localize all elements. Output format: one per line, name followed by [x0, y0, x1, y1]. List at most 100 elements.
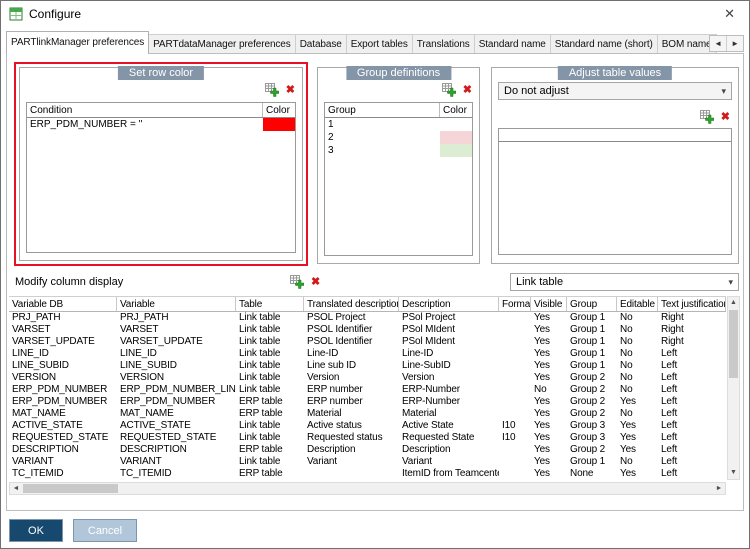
add-icon[interactable] [290, 275, 305, 289]
tab-translations[interactable]: Translations [411, 34, 475, 54]
column-header[interactable]: Text justification [658, 297, 726, 311]
column-header[interactable]: Variable [117, 297, 236, 311]
vertical-scrollbar[interactable]: ▲ ▼ [727, 296, 740, 480]
table-cell: ERP number [307, 396, 363, 407]
table-cell: No [620, 408, 633, 419]
tab-database[interactable]: Database [294, 34, 347, 54]
table-cell: Left [661, 408, 678, 419]
table-cell: Left [661, 420, 678, 431]
table-row[interactable]: 1 [325, 118, 472, 131]
set-row-color-toolbar: ✖ [264, 83, 295, 97]
add-icon[interactable] [441, 83, 457, 97]
column-header[interactable]: Table [236, 297, 304, 311]
column-header-color[interactable]: Color [440, 103, 472, 117]
close-icon[interactable]: ✕ [718, 5, 741, 23]
horizontal-scrollbar-thumb[interactable] [23, 484, 118, 493]
table-cell: ERP table [239, 408, 283, 419]
table-row[interactable]: MAT_NAME MAT_NAME ERP table Material Materia… [9, 408, 726, 420]
table-cell: TC_ITEMID [12, 468, 64, 479]
tab-scroll-right-icon[interactable]: ► [726, 36, 743, 51]
tab-standard-name[interactable]: Standard name [473, 34, 551, 54]
table-cell: No [620, 456, 633, 467]
table-cell: Yes [620, 432, 636, 443]
table-row[interactable]: 2 [325, 131, 472, 144]
table-cell: PSOL Identifier [307, 324, 373, 335]
table-cell: Link table [239, 384, 281, 395]
column-header-group[interactable]: Group [325, 103, 440, 117]
column-header[interactable]: Format [499, 297, 531, 311]
table-cell: ERP-Number [402, 396, 460, 407]
column-header[interactable]: Translated description [304, 297, 399, 311]
table-select-value: Link table [516, 276, 564, 288]
table-cell: DESCRIPTION [120, 444, 187, 455]
table-cell [499, 336, 531, 348]
column-header-condition[interactable]: Condition [27, 103, 263, 117]
table-cell: Yes [534, 444, 550, 455]
table-row[interactable]: 3 [325, 144, 472, 157]
table-cell: TC_ITEMID [120, 468, 172, 479]
table-row[interactable]: LINE_ID LINE_ID Link table Line-ID Line-ID Ye… [9, 348, 726, 360]
table-cell: Yes [534, 420, 550, 431]
add-icon[interactable] [699, 110, 715, 124]
tab-bom-name[interactable]: BOM name [656, 34, 717, 54]
tab-partlinkmanager-preferences[interactable]: PARTlinkManager preferences [6, 31, 150, 54]
scroll-down-icon[interactable]: ▼ [728, 467, 739, 479]
tab-standard-name-short-[interactable]: Standard name (short) [549, 34, 658, 54]
table-row[interactable]: VARSET_UPDATE VARSET_UPDATE Link table PSOL… [9, 336, 726, 348]
column-header[interactable]: Editable [617, 297, 658, 311]
color-swatch[interactable] [440, 131, 472, 144]
table-cell: ERP-Number [402, 384, 460, 395]
table-row[interactable]: VARIANT VARIANT Link table Variant Variant Ye… [9, 456, 726, 468]
column-header[interactable]: Description [399, 297, 499, 311]
table-cell: No [620, 372, 633, 383]
table-cell: I10 [502, 432, 516, 443]
adjust-table-values-title: Adjust table values [557, 66, 673, 80]
table-row[interactable]: PRJ_PATH PRJ_PATH Link table PSOL Project PS… [9, 312, 726, 324]
scroll-left-icon[interactable]: ◄ [10, 483, 22, 494]
delete-icon[interactable]: ✖ [721, 111, 730, 123]
table-cell: Active State [402, 420, 454, 431]
column-header[interactable]: Group [567, 297, 617, 311]
table-row[interactable]: LINE_SUBID LINE_SUBID Link table Line sub I… [9, 360, 726, 372]
delete-icon[interactable]: ✖ [286, 84, 295, 96]
tab-export-tables[interactable]: Export tables [345, 34, 413, 54]
table-cell: None [570, 468, 594, 479]
table-row[interactable]: REQUESTED_STATE REQUESTED_STATE Link table… [9, 432, 726, 444]
table-row[interactable]: ERP_PDM_NUMBER ERP_PDM_NUMBER_LINKTABLELi… [9, 384, 726, 396]
delete-icon[interactable]: ✖ [311, 276, 320, 288]
table-row[interactable]: ACTIVE_STATE ACTIVE_STATE Link table Active… [9, 420, 726, 432]
table-cell: Variant [307, 456, 337, 467]
column-header-color[interactable]: Color [263, 103, 295, 117]
cell-group: 2 [328, 132, 334, 143]
tab-partdatamanager-preferences[interactable]: PARTdataManager preferences [148, 34, 296, 54]
table-select-dropdown[interactable]: Link table ▾ [510, 273, 739, 291]
table-row[interactable]: ERP_PDM_NUMBER = '' [27, 118, 295, 131]
scroll-up-icon[interactable]: ▲ [728, 297, 739, 309]
table-cell: Left [661, 444, 678, 455]
table-row[interactable]: TC_ITEMID TC_ITEMID ERP table ItemID from T… [9, 468, 726, 480]
table-cell: Left [661, 396, 678, 407]
table-row[interactable]: DESCRIPTION DESCRIPTION ERP table Descripti… [9, 444, 726, 456]
cancel-button[interactable]: Cancel [73, 519, 137, 542]
ok-button[interactable]: OK [9, 519, 63, 542]
table-row[interactable]: ERP_PDM_NUMBER ERP_PDM_NUMBER ERP table ERP… [9, 396, 726, 408]
adjust-mode-dropdown[interactable]: Do not adjust ▾ [498, 82, 732, 100]
table-cell: Right [661, 336, 684, 347]
table-row[interactable]: VARSET VARSET Link table PSOL Identifier PSo… [9, 324, 726, 336]
column-header[interactable]: Visible [531, 297, 567, 311]
color-swatch[interactable] [440, 118, 472, 131]
delete-icon[interactable]: ✖ [463, 84, 472, 96]
table-cell: No [620, 384, 633, 395]
tab-scroll-left-icon[interactable]: ◄ [710, 36, 726, 51]
color-swatch[interactable] [263, 118, 295, 131]
color-swatch[interactable] [440, 144, 472, 157]
table-header: Condition Color [27, 103, 295, 118]
table-cell: Material [402, 408, 437, 419]
add-icon[interactable] [264, 83, 280, 97]
scroll-right-icon[interactable]: ► [713, 483, 725, 494]
table-cell: No [534, 384, 547, 395]
column-header[interactable]: Variable DB [9, 297, 117, 311]
vertical-scrollbar-thumb[interactable] [729, 310, 738, 378]
table-row[interactable]: VERSION VERSION Link table Version Version Ye… [9, 372, 726, 384]
horizontal-scrollbar[interactable]: ◄ ► [9, 482, 726, 495]
